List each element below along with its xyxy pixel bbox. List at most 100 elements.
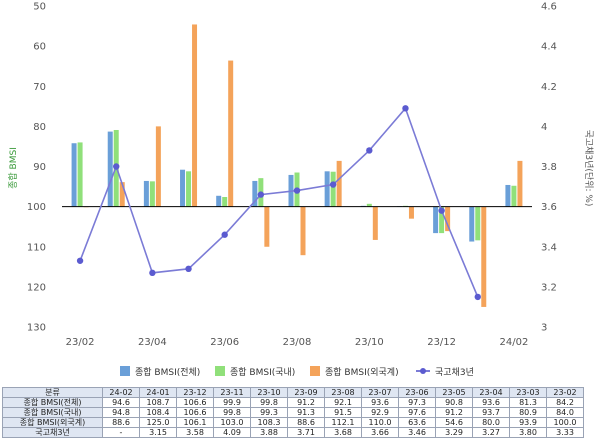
treasury-3y-point: [438, 207, 445, 214]
bar-domestic: [77, 142, 83, 207]
treasury-3y-point: [366, 147, 373, 154]
table-cell: 92.9: [361, 407, 399, 418]
right-tick-label: 3: [541, 323, 547, 334]
legend-label: 국고채3년: [435, 368, 474, 378]
table-cell: 90.8: [435, 397, 473, 408]
table-row: 종합 BMSI(외국계) 88.6 125.0 106.1 103.0 108.3 88.6…: [2, 417, 584, 428]
treasury-3y-point: [113, 163, 120, 170]
bar-foreign: [300, 206, 306, 256]
treasury-3y-point: [329, 181, 337, 188]
left-tick-label: 100: [27, 202, 46, 213]
table-cell: -: [102, 427, 140, 438]
left-axis-label: 종합 BMSI: [8, 147, 19, 189]
line-series-group: [76, 105, 481, 301]
table-cell: 3.68: [324, 427, 362, 438]
table-cell: 93.9: [509, 417, 547, 428]
table-row-label: 종합 BMSI(외국계): [2, 417, 103, 428]
right-tick-label: 3.6: [541, 202, 557, 213]
table-header-cell: 23-09: [287, 387, 325, 398]
table-cell: 97.6: [398, 407, 436, 418]
table-cell: 80.9: [509, 407, 547, 418]
bar-total: [180, 169, 186, 207]
table-cell: 91.2: [287, 397, 325, 408]
bar-foreign: [228, 60, 234, 207]
bar-domestic: [475, 206, 481, 241]
table-header-cell: 분류: [2, 387, 103, 398]
table-header-cell: 23-11: [213, 387, 251, 398]
table-header-cell: 23-10: [250, 387, 288, 398]
left-tick-label: 80: [33, 122, 46, 133]
legend-item-treasury-3y[interactable]: 국고채3년: [416, 365, 474, 378]
x-tick-label: 23/04: [138, 337, 167, 348]
table-cell: 3.29: [435, 427, 473, 438]
table-header-cell: 23-12: [176, 387, 214, 398]
right-tick-label: 4.6: [541, 2, 557, 13]
table-header-cell: 23-02: [546, 387, 584, 398]
treasury-3y-point: [221, 231, 228, 238]
legend-label: 종합 BMSI(외국계): [325, 368, 399, 378]
legend-label: 종합 BMSI(국내): [230, 368, 296, 378]
bar-foreign: [408, 206, 414, 219]
table-header-cell: 23-08: [324, 387, 362, 398]
table-header-row: 분류 24-02 24-01 23-12 23-11 23-10 23-09 2…: [2, 387, 584, 398]
table-row-label: 종합 BMSI(전체): [2, 397, 103, 408]
table-cell: 94.8: [102, 407, 140, 418]
table-cell: 94.6: [102, 397, 140, 408]
table-cell: 88.6: [287, 417, 325, 428]
table-cell: 3.46: [398, 427, 436, 438]
table-header-cell: 23-05: [435, 387, 473, 398]
x-tick-label: 23/02: [66, 337, 95, 348]
bar-domestic: [511, 185, 517, 207]
treasury-3y-point: [185, 265, 192, 273]
bar-domestic: [186, 171, 192, 207]
right-tick-label: 3.4: [541, 242, 557, 253]
table-cell: 99.9: [213, 397, 251, 408]
right-tick-label: 4: [541, 122, 547, 133]
bar-foreign: [481, 206, 487, 307]
table-cell: 112.1: [324, 417, 362, 428]
table-row: 종합 BMSI(국내) 94.8 108.4 106.6 99.8 99.3 91.3 91.…: [2, 407, 584, 418]
table-cell: 110.0: [361, 417, 399, 428]
table-cell: 99.8: [250, 397, 288, 408]
table-header-cell: 23-03: [509, 387, 547, 398]
table-cell: 91.3: [287, 407, 325, 418]
table-body: 종합 BMSI(전체) 94.6 108.7 106.6 99.9 99.8 91.2 92.…: [2, 397, 584, 438]
bar-total: [71, 143, 77, 207]
bar-total: [216, 195, 222, 207]
table-row: 국고채3년 -3.15 3.58 4.09 3.88 3.71 3.68 3.66 3.46 3.…: [2, 427, 584, 438]
legend-line-marker: [416, 366, 430, 376]
table-header-cell: 24-01: [139, 387, 177, 398]
left-axis-ticks: 50 60 70 80 90 100 110 120 130: [27, 2, 46, 334]
legend-swatch-bmsi-foreign: [310, 366, 320, 376]
bar-total: [505, 184, 511, 207]
right-tick-label: 3.2: [541, 282, 557, 293]
table-cell: 63.6: [398, 417, 436, 428]
table-cell: 3.71: [287, 427, 325, 438]
bar-total: [469, 206, 475, 242]
x-tick-label: 23/08: [283, 337, 312, 348]
table-cell: 3.80: [509, 427, 547, 438]
legend-item-bmsi-foreign[interactable]: 종합 BMSI(외국계): [310, 365, 399, 378]
right-axis-label: 국고채3년(단위: %): [583, 130, 594, 207]
x-axis-ticks: 24/02 23/12 23/10 23/08 23/06 23/04 23/02: [66, 337, 529, 348]
treasury-3y-point: [293, 187, 301, 194]
table-row-label: 국고채3년: [2, 427, 103, 438]
chart-legend: 종합 BMSI(전체) 종합 BMSI(국내) 종합 BMSI(외국계) 국고채…: [0, 360, 600, 382]
table-cell: 84.2: [546, 397, 584, 408]
table-cell: 3.88: [250, 427, 288, 438]
left-tick-label: 130: [27, 323, 46, 334]
table-header-cell: 24-02: [102, 387, 140, 398]
left-tick-label: 70: [33, 82, 46, 93]
right-tick-label: 3.8: [541, 162, 557, 173]
bar-foreign: [192, 24, 198, 207]
legend-item-bmsi-total[interactable]: 종합 BMSI(전체): [120, 365, 200, 378]
table-cell: 91.2: [435, 407, 473, 418]
table-cell: 93.7: [472, 407, 510, 418]
bar-total: [143, 180, 149, 207]
x-tick-label: 24/02: [500, 337, 529, 348]
bar-domestic: [222, 197, 228, 207]
table-cell: 100.0: [546, 417, 584, 428]
table-cell: 92.1: [324, 397, 362, 408]
legend-label: 종합 BMSI(전체): [135, 368, 201, 378]
legend-item-bmsi-domestic[interactable]: 종합 BMSI(국내): [215, 365, 295, 378]
